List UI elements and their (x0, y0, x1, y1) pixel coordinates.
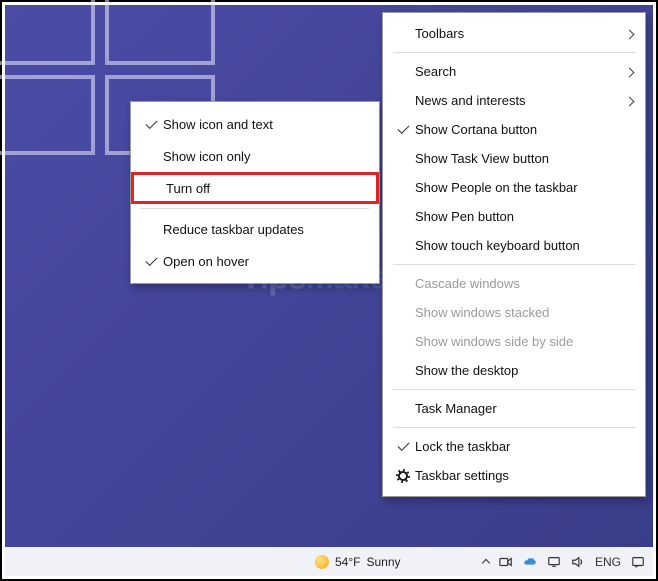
chevron-right-icon (621, 64, 633, 79)
submenu-item-show-icon-and-text[interactable]: Show icon and text (131, 108, 379, 140)
meet-now-icon[interactable] (499, 555, 513, 569)
menu-label: Lock the taskbar (415, 439, 633, 454)
gear-icon (396, 469, 410, 483)
menu-label: Reduce taskbar updates (163, 222, 367, 237)
menu-item-show-pen-button[interactable]: Show Pen button (383, 202, 645, 231)
menu-label: Task Manager (415, 401, 633, 416)
onedrive-icon[interactable] (523, 555, 537, 569)
screenshot-frame: TipsMake.com Show icon and text Show ico… (0, 0, 658, 581)
menu-label: Show Pen button (415, 209, 633, 224)
menu-item-show-task-view-button[interactable]: Show Task View button (383, 144, 645, 173)
menu-item-show-touch-keyboard-button[interactable]: Show touch keyboard button (383, 231, 645, 260)
check-icon (398, 128, 409, 131)
menu-item-cascade-windows: Cascade windows (383, 269, 645, 298)
menu-separator (393, 427, 635, 428)
menu-item-search[interactable]: Search (383, 57, 645, 86)
menu-separator (393, 389, 635, 390)
submenu-item-open-on-hover[interactable]: Open on hover (131, 245, 379, 277)
menu-label: Show the desktop (415, 363, 633, 378)
menu-label: News and interests (415, 93, 621, 108)
chevron-right-icon (621, 26, 633, 41)
menu-label: Show icon and text (163, 117, 367, 132)
weather-condition: Sunny (366, 555, 400, 569)
menu-item-toolbars[interactable]: Toolbars (383, 19, 645, 48)
tray-language[interactable]: ENG (595, 555, 621, 569)
menu-separator (141, 208, 369, 209)
weather-temp: 54°F (335, 555, 360, 569)
submenu-item-show-icon-only[interactable]: Show icon only (131, 140, 379, 172)
submenu-item-reduce-updates[interactable]: Reduce taskbar updates (131, 213, 379, 245)
menu-item-taskbar-settings[interactable]: Taskbar settings (383, 461, 645, 490)
menu-label: Show touch keyboard button (415, 238, 633, 253)
submenu-item-turn-off[interactable]: Turn off (131, 172, 379, 204)
menu-item-windows-side-by-side: Show windows side by side (383, 327, 645, 356)
menu-item-show-cortana-button[interactable]: Show Cortana button (383, 115, 645, 144)
menu-item-lock-the-taskbar[interactable]: Lock the taskbar (383, 432, 645, 461)
tray-overflow-icon[interactable] (482, 559, 490, 567)
menu-item-show-the-desktop[interactable]: Show the desktop (383, 356, 645, 385)
menu-separator (393, 264, 635, 265)
notifications-icon[interactable] (631, 555, 645, 569)
menu-label: Show Cortana button (415, 122, 633, 137)
taskbar-context-menu: Toolbars Search News and interests Show … (382, 12, 646, 497)
menu-item-task-manager[interactable]: Task Manager (383, 394, 645, 423)
check-icon (146, 123, 157, 126)
menu-label: Show icon only (163, 149, 367, 164)
volume-icon[interactable] (571, 555, 585, 569)
menu-label: Show windows side by side (415, 334, 633, 349)
network-icon[interactable] (547, 555, 561, 569)
menu-label: Show windows stacked (415, 305, 633, 320)
menu-label: Turn off (166, 181, 364, 196)
menu-label: Taskbar settings (415, 468, 633, 483)
weather-sun-icon (315, 555, 329, 569)
check-icon (146, 260, 157, 263)
check-icon (398, 445, 409, 448)
menu-item-show-people[interactable]: Show People on the taskbar (383, 173, 645, 202)
news-interests-submenu: Show icon and text Show icon only Turn o… (130, 101, 380, 284)
taskbar[interactable]: 54°F Sunny ENG (5, 547, 653, 576)
chevron-right-icon (621, 93, 633, 108)
menu-label: Toolbars (415, 26, 621, 41)
menu-label: Show Task View button (415, 151, 633, 166)
menu-item-news-and-interests[interactable]: News and interests (383, 86, 645, 115)
menu-label: Cascade windows (415, 276, 633, 291)
menu-label: Show People on the taskbar (415, 180, 633, 195)
menu-label: Search (415, 64, 621, 79)
menu-separator (393, 52, 635, 53)
menu-label: Open on hover (163, 254, 367, 269)
system-tray: ENG (483, 555, 645, 569)
taskbar-weather[interactable]: 54°F Sunny (315, 555, 401, 569)
menu-item-windows-stacked: Show windows stacked (383, 298, 645, 327)
